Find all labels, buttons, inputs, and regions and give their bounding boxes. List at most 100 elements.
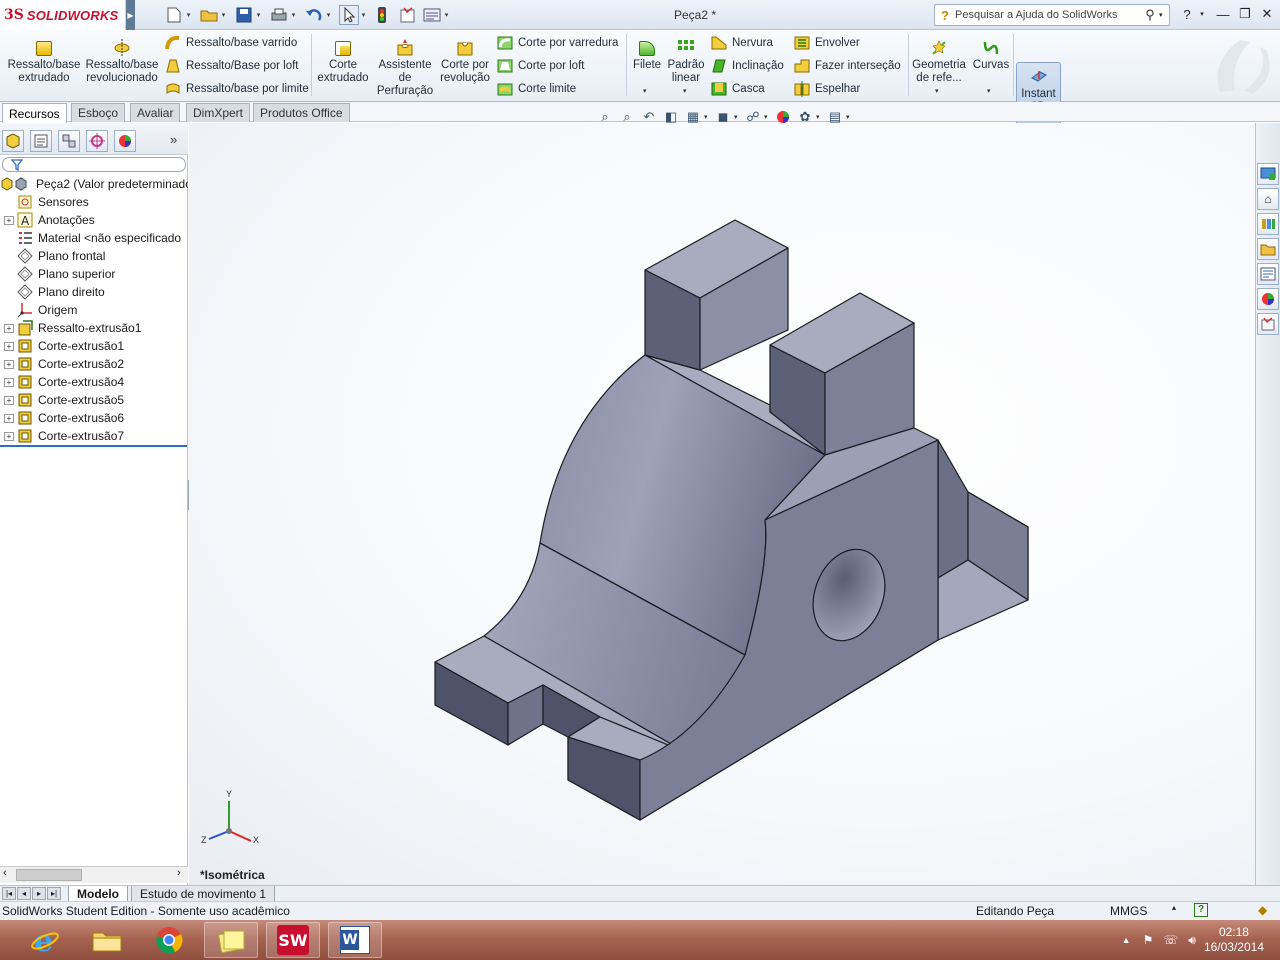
tab-dimxpert[interactable]: DimXpert <box>186 103 251 122</box>
expand-icon[interactable]: + <box>4 431 14 441</box>
zoom-to-area-icon[interactable]: ⌕ <box>616 107 638 127</box>
mirror-button[interactable]: Espelhar <box>793 79 860 99</box>
previous-view-icon[interactable]: ↶ <box>638 107 660 127</box>
fillet-dropdown-icon[interactable]: ▾ <box>643 87 647 95</box>
save-dropdown-icon[interactable]: ▾ <box>254 11 263 19</box>
expand-tabs-icon[interactable]: » <box>170 132 177 147</box>
curves-button[interactable]: Curvas <box>970 34 1012 72</box>
select-pointer-icon[interactable] <box>339 5 359 25</box>
rebuild-traffic-light-icon[interactable] <box>372 5 392 25</box>
tree-item-top-plane[interactable]: Plano superior <box>0 265 188 283</box>
search-icon[interactable]: ⚲ <box>1141 7 1159 23</box>
network-icon[interactable]: ☏ <box>1163 933 1178 947</box>
units-selector[interactable]: MMGS <box>1110 904 1147 918</box>
tree-item-right-plane[interactable]: Plano direito <box>0 283 188 301</box>
rollback-bar[interactable] <box>0 445 187 447</box>
swept-cut-button[interactable]: Corte por varredura <box>496 33 618 53</box>
display-style-icon[interactable]: ◼ <box>712 107 734 127</box>
expand-icon[interactable]: + <box>4 341 14 351</box>
expand-icon[interactable]: + <box>4 377 14 387</box>
show-hidden-icons[interactable]: ▲ <box>1122 935 1131 945</box>
tree-item-cut-extrude1[interactable]: + Corte-extrusão1 <box>0 337 188 355</box>
options-dropdown-icon[interactable]: ▾ <box>442 11 451 19</box>
print-dropdown-icon[interactable]: ▾ <box>289 11 298 19</box>
select-dropdown-icon[interactable]: ▾ <box>359 11 368 19</box>
save-icon[interactable] <box>234 5 254 25</box>
help-icon[interactable]: ? <box>1176 5 1198 23</box>
section-view-icon[interactable]: ◧ <box>660 107 682 127</box>
ref-geometry-dropdown-icon[interactable]: ▾ <box>935 87 939 95</box>
word-icon[interactable]: W <box>328 922 382 958</box>
dimxpert-manager-tab-icon[interactable] <box>86 130 108 152</box>
solidworks-resources-icon[interactable] <box>1257 163 1279 185</box>
expand-icon[interactable]: + <box>4 359 14 369</box>
wrap-button[interactable]: Envolver <box>793 33 860 53</box>
tree-filter-input[interactable] <box>2 157 186 172</box>
shell-button[interactable]: Casca <box>710 79 765 99</box>
open-folder-icon[interactable] <box>199 5 219 25</box>
tree-item-cut-extrude4[interactable]: + Corte-extrusão4 <box>0 373 188 391</box>
tree-item-cut-extrude5[interactable]: + Corte-extrusão5 <box>0 391 188 409</box>
undo-dropdown-icon[interactable]: ▾ <box>324 11 333 19</box>
first-tab-icon[interactable]: |◂ <box>2 887 16 900</box>
intersect-button[interactable]: Fazer interseção <box>793 56 901 76</box>
help-dropdown-icon[interactable]: ▾ <box>1196 5 1208 23</box>
help-search-input[interactable]: Pesquisar a Ajuda do SolidWorks <box>955 9 1141 21</box>
tree-item-cut-extrude2[interactable]: + Corte-extrusão2 <box>0 355 188 373</box>
boss-extrude-button[interactable]: Ressalto/base extrudado <box>8 34 80 85</box>
clock[interactable]: 02:18 16/03/2014 <box>1204 925 1264 955</box>
file-explorer-icon[interactable] <box>80 922 134 958</box>
pattern-dropdown-icon[interactable]: ▾ <box>683 87 687 95</box>
last-tab-icon[interactable]: ▸| <box>47 887 61 900</box>
options-icon[interactable] <box>422 5 442 25</box>
volume-icon[interactable]: 🔊︎ <box>1188 933 1196 948</box>
restore-button[interactable]: ❐ <box>1234 5 1256 23</box>
view-orientation-dropdown-icon[interactable]: ▾ <box>704 113 712 121</box>
horizontal-scrollbar[interactable]: ‹ › <box>0 866 188 883</box>
expand-icon[interactable]: + <box>4 215 14 225</box>
property-manager-tab-icon[interactable] <box>30 130 52 152</box>
loft-cut-button[interactable]: Corte por loft <box>496 56 584 76</box>
configuration-manager-tab-icon[interactable] <box>58 130 80 152</box>
solidworks-logo[interactable]: 3S SOLIDWORKS <box>0 0 126 30</box>
view-palette-icon[interactable] <box>1257 263 1279 285</box>
prev-tab-icon[interactable]: ◂ <box>17 887 31 900</box>
scroll-right-icon[interactable]: › <box>177 867 181 879</box>
feature-manager-tab-icon[interactable] <box>2 130 24 152</box>
view-settings-icon[interactable]: ▤ <box>824 107 846 127</box>
cut-extrude-button[interactable]: Corte extrudado <box>314 34 372 85</box>
solidworks-icon[interactable]: SW <box>266 922 320 958</box>
scrollbar-thumb[interactable] <box>16 869 82 881</box>
apply-scene-dropdown-icon[interactable]: ▾ <box>816 113 824 121</box>
tree-item-boss-extrude1[interactable]: + Ressalto-extrusão1 <box>0 319 188 337</box>
custom-properties-icon[interactable] <box>1257 313 1279 335</box>
next-tab-icon[interactable]: ▸ <box>32 887 46 900</box>
units-dropdown-icon[interactable]: ▴ <box>1172 903 1176 912</box>
3d-model-part[interactable] <box>189 123 1255 885</box>
new-document-icon[interactable] <box>164 5 184 25</box>
tab-features[interactable]: Recursos <box>2 103 67 123</box>
help-search-box[interactable]: ? Pesquisar a Ajuda do SolidWorks ⚲ ▾ <box>934 4 1170 26</box>
draft-button[interactable]: Inclinação <box>710 56 784 76</box>
tree-item-material[interactable]: Material <não especificado <box>0 229 188 247</box>
tree-item-cut-extrude7[interactable]: + Corte-extrusão7 <box>0 427 188 445</box>
minimize-button[interactable]: — <box>1212 5 1234 23</box>
boundary-boss-button[interactable]: Ressalto/base por limite <box>164 79 309 99</box>
file-explorer-icon[interactable] <box>1257 238 1279 260</box>
print-icon[interactable] <box>269 5 289 25</box>
new-dropdown-icon[interactable]: ▾ <box>184 11 193 19</box>
rib-button[interactable]: Nervura <box>710 33 773 53</box>
tree-item-sensors[interactable]: Sensores <box>0 193 188 211</box>
undo-icon[interactable] <box>304 5 324 25</box>
tab-model[interactable]: Modelo <box>68 886 128 902</box>
hide-show-dropdown-icon[interactable]: ▾ <box>764 113 772 121</box>
action-center-flag-icon[interactable]: ⚑ <box>1143 933 1154 947</box>
tab-motion-study-1[interactable]: Estudo de movimento 1 <box>131 886 276 902</box>
tree-item-front-plane[interactable]: Plano frontal <box>0 247 188 265</box>
linear-pattern-button[interactable]: Padrão linear <box>666 34 706 85</box>
tree-item-annotations[interactable]: + A Anotações <box>0 211 188 229</box>
file-properties-icon[interactable] <box>398 5 418 25</box>
reference-geometry-button[interactable]: Geometria de refe... <box>912 34 966 85</box>
view-settings-dropdown-icon[interactable]: ▾ <box>846 113 854 121</box>
tab-office-products[interactable]: Produtos Office <box>253 103 350 122</box>
